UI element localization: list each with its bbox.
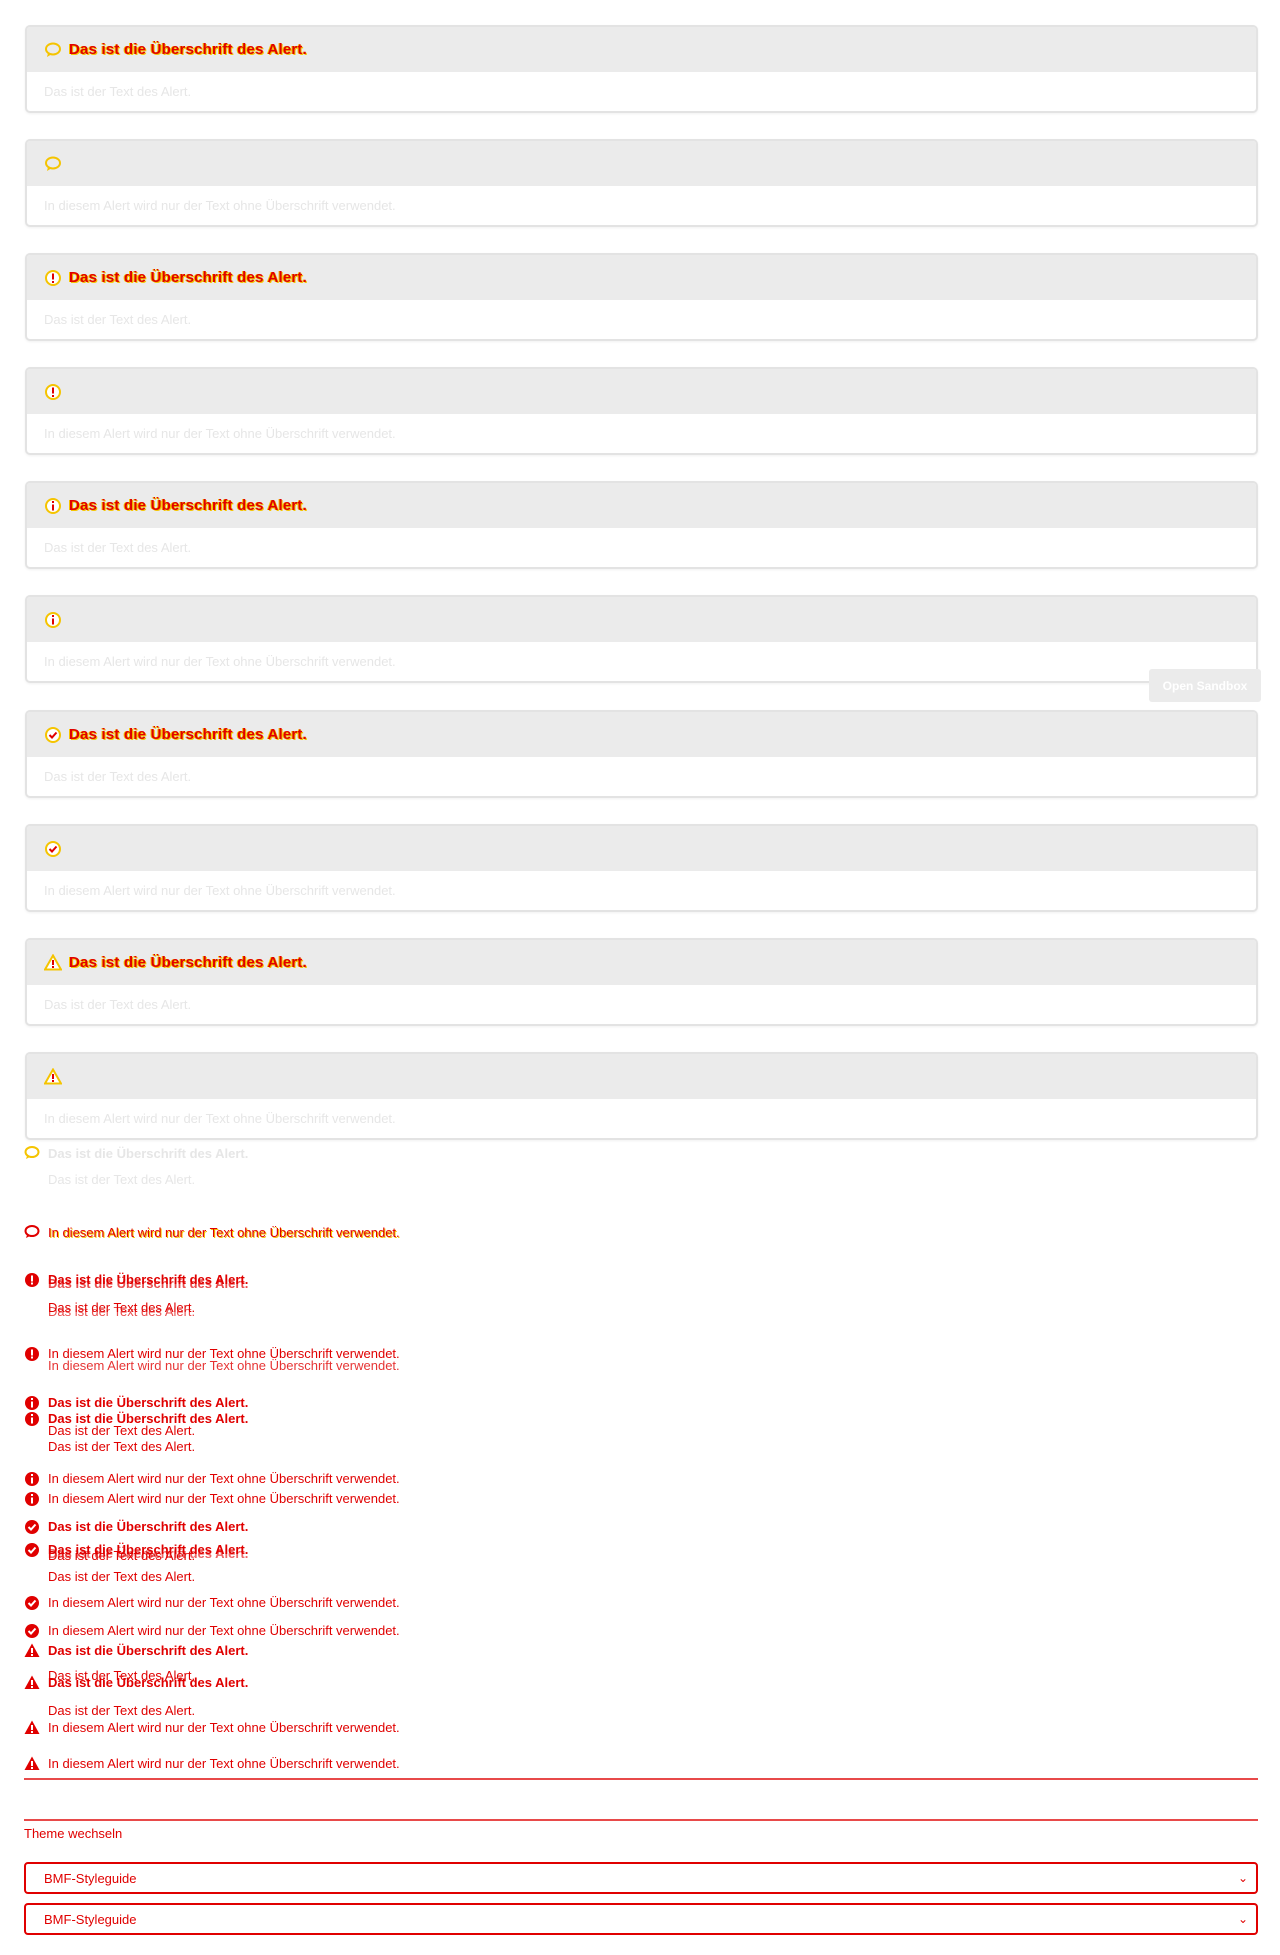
inline-alert-text: In diesem Alert wird nur der Text ohne Ü… (48, 1471, 400, 1486)
alert-card-9: Das ist die Überschrift des Alert. Das i… (25, 938, 1258, 1026)
inline-alert-title: Das ist die Überschrift des Alert. (48, 1395, 249, 1410)
inline-alert-title: Das ist die Überschrift des Alert. (48, 1643, 249, 1658)
exclamation-circle-icon (24, 1272, 40, 1288)
speech-bubble-icon (43, 40, 63, 60)
inline-alert-text: In diesem Alert wird nur der Text ohne Ü… (48, 1720, 400, 1735)
exclamation-circle-icon (43, 382, 63, 402)
alert-card-6: In diesem Alert wird nur der Text ohne Ü… (25, 595, 1258, 683)
info-circle-icon (24, 1491, 40, 1507)
alert-header (27, 597, 1256, 642)
alert-title: Das ist die Überschrift des Alert. (69, 269, 307, 286)
alert-text: In diesem Alert wird nur der Text ohne Ü… (44, 882, 396, 898)
open-sandbox-button[interactable]: Open Sandbox (1149, 669, 1261, 702)
alert-card-1: Das ist die Überschrift des Alert. Das i… (25, 25, 1258, 113)
alert-title: Das ist die Überschrift des Alert. (69, 41, 307, 58)
alert-header: Das ist die Überschrift des Alert. (27, 255, 1256, 300)
alert-card-2: In diesem Alert wird nur der Text ohne Ü… (25, 139, 1258, 227)
alert-text: In diesem Alert wird nur der Text ohne Ü… (44, 653, 396, 669)
alert-title: Das ist die Überschrift des Alert. (69, 726, 307, 743)
info-circle-icon (43, 496, 63, 516)
info-circle-icon (24, 1395, 40, 1411)
alert-text: In diesem Alert wird nur der Text ohne Ü… (44, 1110, 396, 1126)
alert-header (27, 1054, 1256, 1099)
inline-alert-text: Das ist der Text des Alert. (48, 1548, 196, 1563)
check-circle-icon (24, 1595, 40, 1611)
speech-bubble-icon (43, 154, 63, 174)
alert-text: In diesem Alert wird nur der Text ohne Ü… (44, 425, 396, 441)
warning-triangle-icon (24, 1756, 40, 1772)
info-circle-icon (24, 1471, 40, 1487)
alert-card-5: Das ist die Überschrift des Alert. Das i… (25, 481, 1258, 569)
alert-header: Das ist die Überschrift des Alert. (27, 27, 1256, 72)
warning-triangle-icon (43, 1067, 63, 1087)
alert-text: Das ist der Text des Alert. (44, 311, 192, 327)
warning-triangle-icon (24, 1675, 40, 1691)
inline-alert-text: In diesem Alert wird nur der Text ohne Ü… (48, 1623, 400, 1638)
inline-alert-text: In diesem Alert wird nur der Text ohne Ü… (48, 1756, 400, 1771)
divider (24, 1778, 1258, 1780)
alert-header (27, 141, 1256, 186)
inline-alert-text: Das ist der Text des Alert. (48, 1439, 196, 1454)
alert-text: Das ist der Text des Alert. (44, 539, 192, 555)
alert-header: Das ist die Überschrift des Alert. (27, 712, 1256, 757)
inline-alert-text: In diesem Alert wird nur der Text ohne Ü… (48, 1491, 400, 1506)
alert-header (27, 826, 1256, 871)
exclamation-circle-icon (43, 268, 63, 288)
speech-bubble-icon (24, 1146, 40, 1162)
check-circle-icon (43, 839, 63, 859)
theme-select[interactable]: BMF-Styleguide ⌄ (24, 1903, 1258, 1935)
inline-alert-title: Das ist die Überschrift des Alert. (48, 1146, 249, 1161)
alert-header: Das ist die Überschrift des Alert. (27, 483, 1256, 528)
inline-alert-title: Das ist die Überschrift des Alert. (48, 1411, 249, 1426)
warning-triangle-icon (24, 1643, 40, 1659)
inline-alert-text: In diesem Alert wird nur der Text ohne Ü… (48, 1225, 400, 1240)
inline-alert-text: Das ist der Text des Alert. (48, 1569, 196, 1584)
alert-text: Das ist der Text des Alert. (44, 996, 192, 1012)
divider (24, 1819, 1258, 1821)
alert-header (27, 369, 1256, 414)
check-circle-icon (24, 1542, 40, 1558)
speech-bubble-icon (24, 1225, 40, 1241)
alert-text: In diesem Alert wird nur der Text ohne Ü… (44, 197, 396, 213)
alert-text: Das ist der Text des Alert. (44, 768, 192, 784)
alert-card-8: In diesem Alert wird nur der Text ohne Ü… (25, 824, 1258, 912)
warning-triangle-icon (24, 1720, 40, 1736)
inline-alert-title: Das ist die Überschrift des Alert. (48, 1675, 249, 1690)
inline-alert-text: Das ist der Text des Alert. (48, 1172, 196, 1187)
check-circle-icon (24, 1519, 40, 1535)
inline-alert-title: Das ist die Überschrift des Alert. (48, 1272, 249, 1287)
chevron-down-icon: ⌄ (1237, 1912, 1248, 1926)
alert-header: Das ist die Überschrift des Alert. (27, 940, 1256, 985)
theme-label: Theme wechseln (24, 1826, 123, 1841)
alert-card-3: Das ist die Überschrift des Alert. Das i… (25, 253, 1258, 341)
info-circle-icon (43, 610, 63, 630)
theme-select[interactable]: BMF-Styleguide ⌄ (24, 1862, 1258, 1894)
warning-triangle-icon (43, 953, 63, 973)
alert-card-7: Das ist die Überschrift des Alert. Das i… (25, 710, 1258, 798)
info-circle-icon (24, 1411, 40, 1427)
check-circle-icon (43, 725, 63, 745)
alert-title: Das ist die Überschrift des Alert. (69, 954, 307, 971)
theme-select-value: BMF-Styleguide (44, 1911, 137, 1927)
inline-alert-text: Das ist der Text des Alert. (48, 1300, 196, 1315)
alert-card-10: In diesem Alert wird nur der Text ohne Ü… (25, 1052, 1258, 1140)
chevron-down-icon: ⌄ (1237, 1871, 1248, 1885)
alert-title: Das ist die Überschrift des Alert. (69, 497, 307, 514)
alert-text: Das ist der Text des Alert. (44, 83, 192, 99)
check-circle-icon (24, 1623, 40, 1639)
inline-alert-text: In diesem Alert wird nur der Text ohne Ü… (48, 1595, 400, 1610)
theme-select-value: BMF-Styleguide (44, 1870, 137, 1886)
exclamation-circle-icon (24, 1346, 40, 1362)
inline-alert-text: In diesem Alert wird nur der Text ohne Ü… (48, 1346, 400, 1361)
alert-card-4: In diesem Alert wird nur der Text ohne Ü… (25, 367, 1258, 455)
inline-alert-text: Das ist der Text des Alert. (48, 1703, 196, 1718)
inline-alert-title: Das ist die Überschrift des Alert. (48, 1519, 249, 1534)
